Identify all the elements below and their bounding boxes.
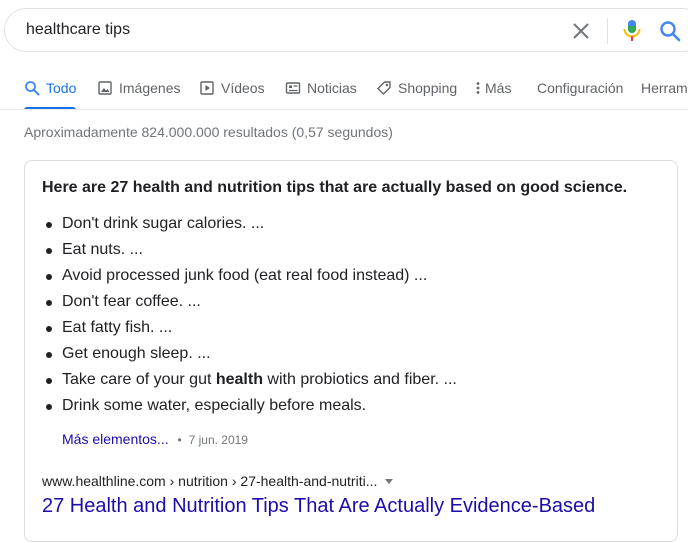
separator-dot: • bbox=[177, 433, 182, 447]
tab-shopping[interactable]: Shopping bbox=[376, 70, 457, 110]
tab-label: Configuración bbox=[537, 80, 624, 96]
microphone-icon[interactable] bbox=[621, 19, 643, 43]
list-item: Don't drink sugar calories. ... bbox=[42, 215, 457, 241]
bullet-icon bbox=[46, 326, 52, 332]
more-items-link[interactable]: Más elementos... bbox=[62, 431, 169, 447]
image-icon bbox=[98, 81, 112, 95]
bullet-icon bbox=[46, 222, 52, 228]
bullet-icon bbox=[46, 248, 52, 254]
news-icon bbox=[285, 82, 301, 94]
tab-todo[interactable]: Todo bbox=[24, 70, 77, 110]
result-title-link[interactable]: 27 Health and Nutrition Tips That Are Ac… bbox=[42, 495, 595, 518]
close-icon[interactable] bbox=[571, 21, 591, 41]
search-box[interactable]: healthcare tips bbox=[4, 8, 688, 52]
list-item-text: Get enough sleep. ... bbox=[62, 345, 211, 362]
list-item-text: Eat nuts. ... bbox=[62, 241, 143, 258]
list-item: Take care of your gut health with probio… bbox=[42, 371, 457, 397]
highlight-term: health bbox=[215, 371, 263, 388]
search-icon[interactable] bbox=[659, 20, 681, 42]
list-item: Drink some water, especially before meal… bbox=[42, 397, 457, 423]
list-item: Eat nuts. ... bbox=[42, 241, 457, 267]
divider bbox=[607, 18, 608, 44]
bullet-icon bbox=[46, 378, 52, 384]
bullet-icon bbox=[46, 300, 52, 306]
list-item-text: Don't drink sugar calories. ... bbox=[62, 215, 265, 232]
tab-herramientas[interactable]: Herramientas bbox=[641, 70, 688, 110]
source-url: www.healthline.com › nutrition › 27-heal… bbox=[42, 473, 378, 489]
tab-noticias[interactable]: Noticias bbox=[285, 70, 357, 110]
snippet-date: 7 jun. 2019 bbox=[188, 433, 248, 447]
tab-label: Todo bbox=[46, 80, 77, 96]
tabs-divider bbox=[0, 109, 688, 110]
snippet-list: Don't drink sugar calories. ... Eat nuts… bbox=[42, 215, 457, 423]
tab-label: Vídeos bbox=[221, 80, 265, 96]
tab-label: Imágenes bbox=[119, 80, 181, 96]
more-items-row: Más elementos... • 7 jun. 2019 bbox=[62, 431, 248, 447]
tab-videos[interactable]: Vídeos bbox=[199, 70, 265, 110]
bullet-icon bbox=[46, 274, 52, 280]
source-breadcrumb: www.healthline.com › nutrition › 27-heal… bbox=[42, 473, 394, 489]
list-item-text: Avoid processed junk food (eat real food… bbox=[62, 267, 428, 284]
tab-imagenes[interactable]: Imágenes bbox=[97, 70, 180, 110]
list-item-text: Take care of your gut bbox=[62, 371, 216, 388]
bullet-icon bbox=[46, 404, 52, 410]
search-input[interactable]: healthcare tips bbox=[26, 21, 130, 39]
bullet-icon bbox=[46, 352, 52, 358]
list-item-text: Drink some water, especially before meal… bbox=[62, 397, 367, 414]
tab-label: Más bbox=[485, 80, 512, 96]
video-icon bbox=[200, 81, 214, 95]
tab-label: Noticias bbox=[307, 80, 357, 96]
list-item: Eat fatty fish. ... bbox=[42, 319, 457, 345]
tab-label: Shopping bbox=[398, 80, 458, 96]
tab-mas[interactable]: Más bbox=[474, 70, 511, 110]
list-item: Get enough sleep. ... bbox=[42, 345, 457, 371]
tag-icon bbox=[377, 81, 391, 95]
search-icon bbox=[25, 81, 40, 96]
tab-label: Herramientas bbox=[641, 80, 688, 96]
caret-down-icon[interactable] bbox=[385, 478, 394, 484]
list-item: Avoid processed junk food (eat real food… bbox=[42, 267, 457, 293]
snippet-heading: Here are 27 health and nutrition tips th… bbox=[42, 179, 628, 196]
result-stats: Aproximadamente 824.000.000 resultados (… bbox=[24, 124, 393, 140]
more-vert-icon bbox=[476, 82, 480, 94]
list-item-text: Don't fear coffee. ... bbox=[62, 293, 201, 310]
tab-configuracion[interactable]: Configuración bbox=[537, 70, 623, 110]
list-item-text: with probiotics and fiber. ... bbox=[262, 371, 457, 388]
list-item-text: Eat fatty fish. ... bbox=[62, 319, 173, 336]
search-tabs: Todo Imágenes Vídeos Noticias Shopping M… bbox=[0, 70, 688, 110]
featured-snippet: Here are 27 health and nutrition tips th… bbox=[24, 160, 678, 542]
list-item: Don't fear coffee. ... bbox=[42, 293, 457, 319]
